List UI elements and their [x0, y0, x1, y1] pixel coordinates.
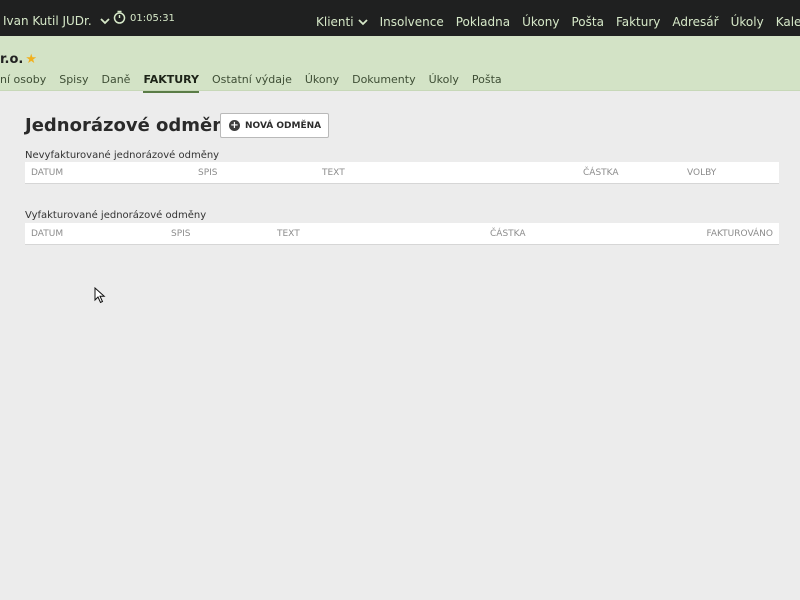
menu-item-faktury[interactable]: Faktury	[616, 15, 660, 29]
column-header-text[interactable]: TEXT	[322, 168, 345, 178]
top-navbar: Ivan Kutil JUDr. 01:05:31 Klienti Insolve…	[0, 0, 800, 36]
tab-faktury[interactable]: FAKTURY	[143, 73, 199, 93]
column-header-text[interactable]: TEXT	[277, 229, 300, 239]
unbilled-section-label: Nevyfakturované jednorázové odměny	[25, 150, 220, 161]
tab-spisy[interactable]: Spisy	[59, 73, 88, 91]
column-header-spis[interactable]: SPIS	[171, 229, 191, 239]
main-menu: Klienti Insolvence Pokladna Úkony Pošta Faktu…	[316, 15, 800, 29]
tab-osoby[interactable]: ní osoby	[0, 73, 46, 91]
column-header-volby: VOLBY	[687, 168, 717, 178]
billed-section-label: Vyfakturované jednorázové odměny	[25, 210, 207, 221]
unbilled-table-header: DATUM SPIS TEXT ČÁSTKA VOLBY	[25, 162, 779, 184]
column-header-datum[interactable]: DATUM	[31, 229, 63, 239]
menu-item-ukony[interactable]: Úkony	[522, 15, 559, 29]
user-menu[interactable]: Ivan Kutil JUDr.	[3, 14, 110, 28]
new-reward-button[interactable]: + NOVÁ ODMĚNA	[220, 113, 329, 138]
billed-table-header: DATUM SPIS TEXT ČÁSTKA FAKTUROVÁNO	[25, 223, 779, 245]
work-timer[interactable]: 01:05:31	[113, 10, 175, 24]
menu-item-posta[interactable]: Pošta	[571, 15, 603, 29]
menu-item-adresar[interactable]: Adresář	[672, 15, 718, 29]
company-name: r.o. ★	[0, 52, 38, 67]
column-header-datum[interactable]: DATUM	[31, 168, 63, 178]
menu-item-pokladna[interactable]: Pokladna	[456, 15, 510, 29]
column-header-castka[interactable]: ČÁSTKA	[490, 229, 526, 239]
tab-ukoly[interactable]: Úkoly	[429, 73, 459, 91]
mouse-cursor-icon	[94, 287, 106, 304]
menu-item-kalendar[interactable]: Kalendá	[776, 15, 800, 29]
page-title: Jednorázové odměny	[25, 115, 237, 136]
timer-value: 01:05:31	[130, 13, 175, 24]
tab-ostatni-vydaje[interactable]: Ostatní výdaje	[212, 73, 292, 91]
column-header-castka[interactable]: ČÁSTKA	[583, 168, 619, 178]
tab-dokumenty[interactable]: Dokumenty	[352, 73, 415, 91]
plus-circle-icon: +	[229, 120, 240, 131]
tab-ukony[interactable]: Úkony	[305, 73, 339, 91]
chevron-down-icon	[357, 19, 368, 26]
chevron-down-icon	[99, 18, 110, 25]
menu-item-ukoly[interactable]: Úkoly	[731, 15, 764, 29]
column-header-fakturovano[interactable]: FAKTUROVÁNO	[706, 229, 773, 239]
stopwatch-icon	[113, 10, 126, 24]
client-tabs: ní osoby Spisy Daně FAKTURY Ostatní výdaje Úk…	[0, 73, 515, 93]
menu-item-insolvence[interactable]: Insolvence	[380, 15, 444, 29]
menu-item-klienti[interactable]: Klienti	[316, 15, 368, 29]
user-name: Ivan Kutil JUDr.	[3, 14, 92, 28]
column-header-spis[interactable]: SPIS	[198, 168, 218, 178]
client-header: r.o. ★ ní osoby Spisy Daně FAKTURY Ostatní vý…	[0, 36, 800, 93]
tab-dane[interactable]: Daně	[101, 73, 130, 91]
tab-posta[interactable]: Pošta	[472, 73, 502, 91]
star-icon[interactable]: ★	[25, 52, 37, 67]
